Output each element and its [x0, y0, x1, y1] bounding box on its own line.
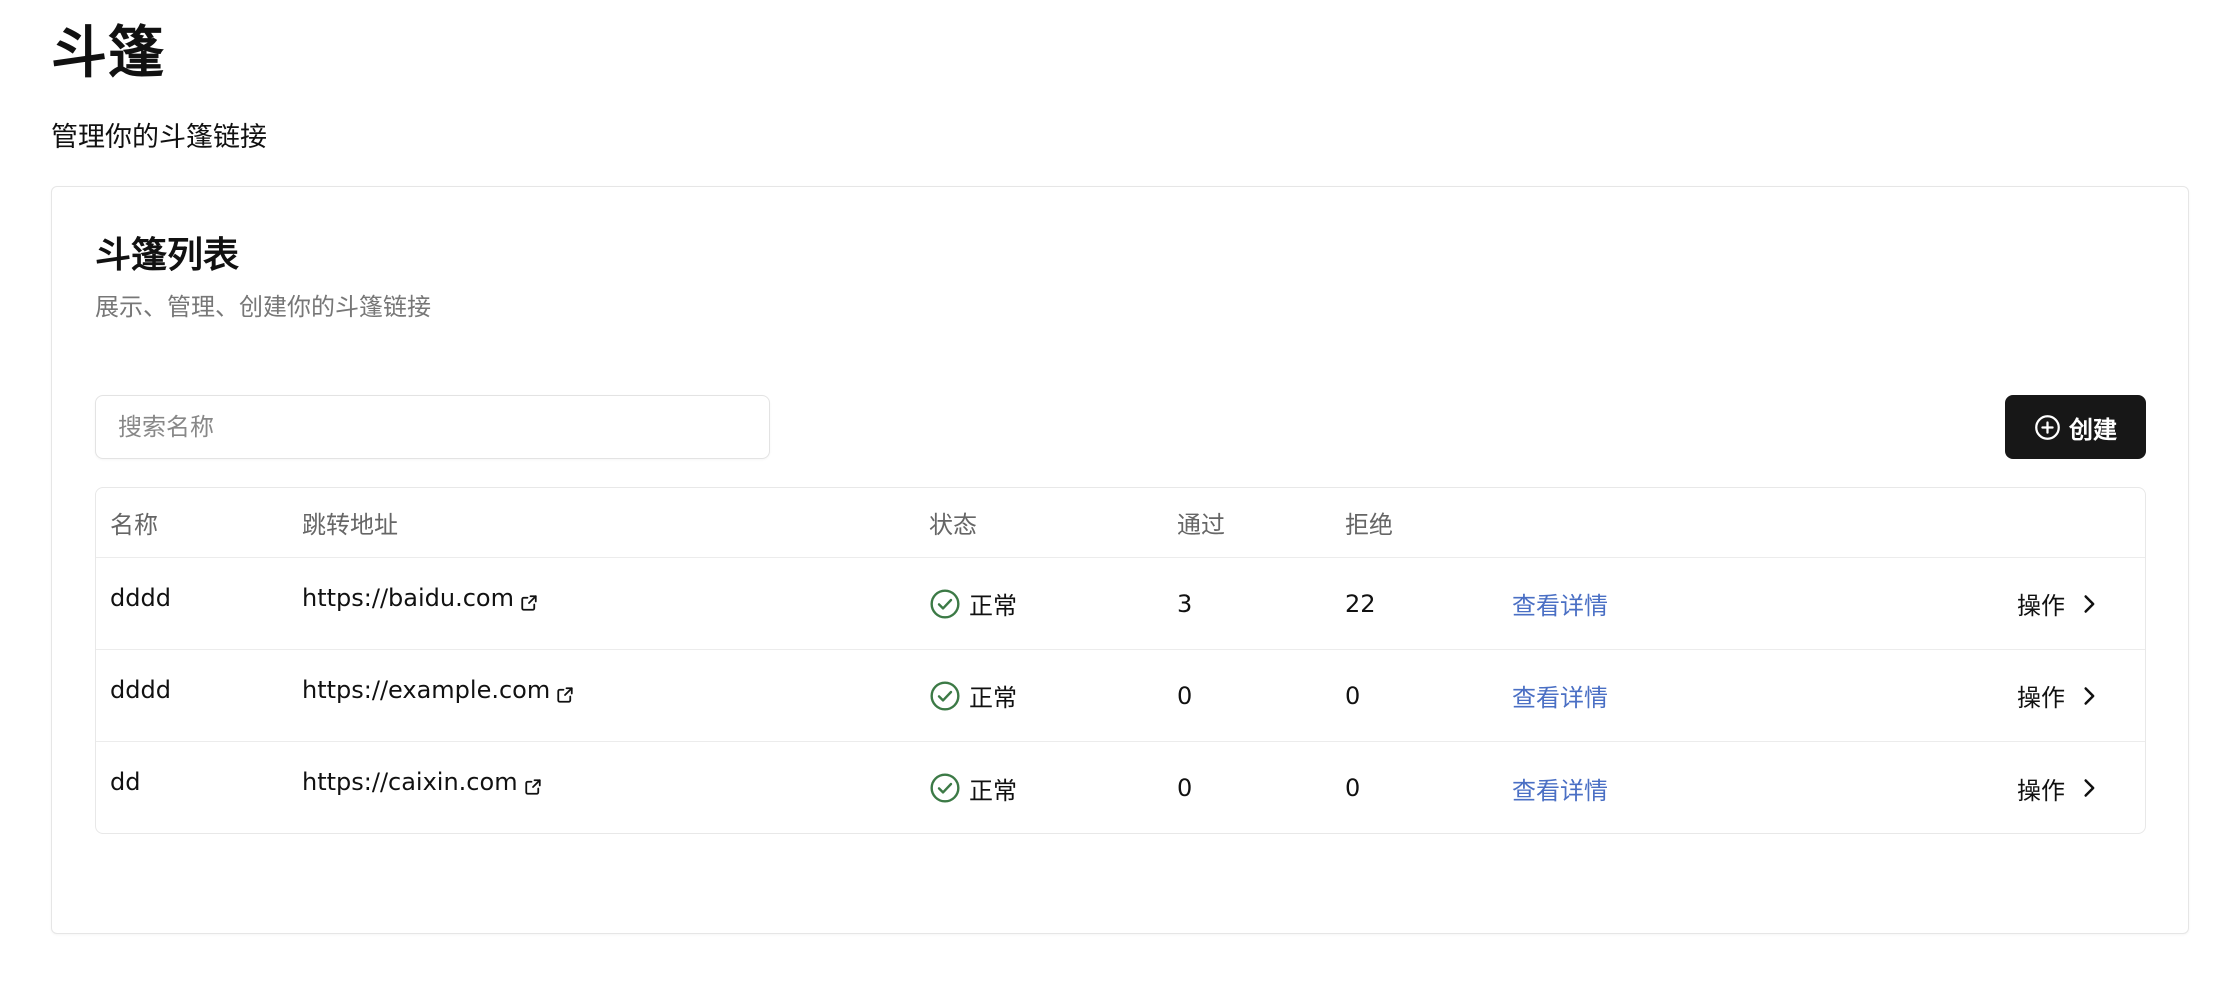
reject-count: 0 [1345, 681, 1361, 710]
external-link-icon[interactable] [520, 594, 538, 612]
pass-count: 3 [1177, 589, 1193, 618]
row-name: dd [110, 768, 141, 796]
row-name: dddd [110, 676, 171, 704]
cloak-table: 名称 跳转地址 状态 通过 拒绝 dddd https://baidu.com … [95, 487, 2146, 834]
chevron-right-icon[interactable] [2079, 778, 2099, 798]
status-text: 正常 [969, 776, 1017, 805]
row-url-text[interactable]: https://caixin.com [302, 768, 518, 796]
view-details-link[interactable]: 查看详情 [1512, 558, 1608, 649]
row-name: dddd [110, 584, 171, 612]
status-text: 正常 [969, 684, 1017, 712]
pass-count: 0 [1177, 681, 1193, 710]
action-label[interactable]: 操作 [2017, 586, 2065, 621]
page-title: 斗篷 [51, 21, 165, 86]
table-row: dd https://caixin.com 正常 0 0 查看详情 操作 [96, 742, 2145, 833]
action-menu-button[interactable]: 操作 [2017, 650, 2099, 741]
cloak-list-card: 斗篷列表 展示、管理、创建你的斗篷链接 创建 名称 跳转地址 状态 通过 拒绝 … [51, 186, 2189, 934]
table-row: dddd https://example.com 正常 0 0 查看详情 操作 [96, 650, 2145, 742]
reject-count: 0 [1345, 774, 1361, 802]
chevron-right-icon[interactable] [2079, 594, 2099, 614]
column-header-url: 跳转地址 [302, 511, 398, 539]
row-url[interactable]: https://caixin.com [302, 742, 542, 833]
check-circle-icon [930, 680, 960, 711]
row-url[interactable]: https://baidu.com [302, 558, 538, 649]
chevron-right-icon[interactable] [2079, 686, 2099, 706]
view-details-link[interactable]: 查看详情 [1512, 650, 1608, 741]
create-button[interactable]: 创建 [2005, 395, 2146, 459]
check-circle-icon [930, 773, 960, 803]
row-url-text[interactable]: https://baidu.com [302, 584, 514, 612]
column-header-status: 状态 [929, 511, 977, 539]
create-button-label: 创建 [2069, 415, 2117, 444]
card-description: 展示、管理、创建你的斗篷链接 [95, 293, 431, 321]
action-menu-button[interactable]: 操作 [2017, 558, 2099, 649]
action-label[interactable]: 操作 [2017, 771, 2065, 806]
column-header-name: 名称 [110, 511, 158, 539]
view-details-link[interactable]: 查看详情 [1512, 742, 1608, 833]
row-url-text[interactable]: https://example.com [302, 676, 550, 704]
row-url[interactable]: https://example.com [302, 650, 574, 741]
card-title: 斗篷列表 [95, 235, 240, 276]
status-badge: 正常 [929, 650, 1017, 741]
column-header-reject: 拒绝 [1345, 511, 1393, 539]
status-text: 正常 [969, 592, 1017, 620]
plus-circle-icon [2035, 414, 2060, 440]
pass-count: 0 [1177, 774, 1193, 802]
action-menu-button[interactable]: 操作 [2017, 742, 2099, 833]
check-circle-icon [930, 588, 960, 619]
external-link-icon[interactable] [556, 686, 574, 704]
table-header: 名称 跳转地址 状态 通过 拒绝 [96, 488, 2145, 558]
status-badge: 正常 [929, 558, 1017, 649]
table-row: dddd https://baidu.com 正常 3 22 查看详情 操作 [96, 558, 2145, 650]
column-header-pass: 通过 [1177, 511, 1225, 539]
search-input[interactable] [95, 395, 770, 459]
reject-count: 22 [1345, 589, 1376, 618]
status-badge: 正常 [929, 742, 1017, 833]
external-link-icon[interactable] [524, 778, 542, 796]
page-subtitle: 管理你的斗篷链接 [51, 122, 267, 153]
action-label[interactable]: 操作 [2017, 678, 2065, 713]
